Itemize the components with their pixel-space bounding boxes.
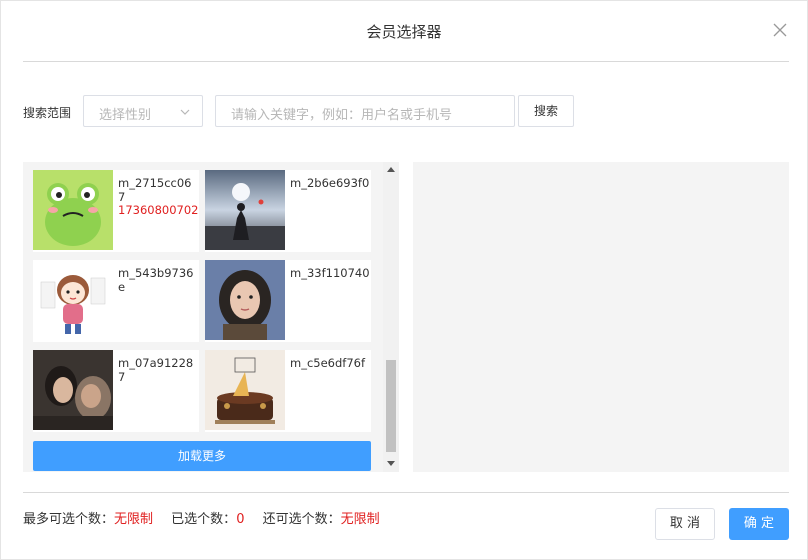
header-divider <box>23 61 789 62</box>
frog-avatar <box>33 170 113 250</box>
member-username: m_07a912287 <box>118 356 194 384</box>
keyword-search-input[interactable]: 请输入关键字，例如：用户名或手机号 <box>215 95 515 127</box>
remaining-count-label: 还可选个数： <box>262 512 341 527</box>
scroll-down-arrow-icon[interactable] <box>387 461 395 466</box>
dialog-title: 会员选择器 <box>366 23 442 41</box>
member-username: m_c5e6df76f <box>290 356 366 370</box>
max-count-value: 无限制 <box>114 512 154 527</box>
search-row: 搜索范围 选择性别 请输入关键字，例如：用户名或手机号 搜索 <box>23 95 789 127</box>
search-scope-label: 搜索范围 <box>23 106 72 120</box>
selection-stats: 最多可选个数：无限制 已选个数：0 还可选个数：无限制 <box>23 508 380 527</box>
gender-select[interactable]: 选择性别 <box>83 95 203 127</box>
confirm-button[interactable]: 确 定 <box>729 508 789 540</box>
close-icon[interactable] <box>773 23 787 37</box>
search-button[interactable]: 搜索 <box>518 95 574 127</box>
gender-select-placeholder: 选择性别 <box>99 108 152 123</box>
scroll-up-arrow-icon[interactable] <box>387 167 395 172</box>
member-card[interactable]: m_2b6e693f0 <box>205 170 371 252</box>
member-username: m_543b9736e <box>118 266 194 294</box>
member-card[interactable]: m_c5e6df76f <box>205 350 371 432</box>
chevron-down-icon <box>180 109 190 115</box>
member-card[interactable]: m_2715cc067 17360800702 <box>33 170 199 252</box>
selected-members-panel <box>413 162 789 472</box>
cancel-button[interactable]: 取 消 <box>655 508 715 540</box>
member-card[interactable]: m_07a912287 <box>33 350 199 432</box>
scrollbar[interactable] <box>383 162 399 472</box>
member-card[interactable]: m_543b9736e <box>33 260 199 342</box>
remaining-count-value: 无限制 <box>340 512 380 527</box>
selected-count-label: 已选个数： <box>171 512 237 527</box>
birthday-cake-avatar <box>205 350 285 430</box>
scrollbar-thumb[interactable] <box>386 360 396 452</box>
cartoon-girl-avatar <box>33 260 113 340</box>
member-list-panel: m_2715cc067 17360800702 m_2b6e693f0 m_54… <box>23 162 399 472</box>
load-more-button[interactable]: 加载更多 <box>33 441 371 471</box>
selected-count-value: 0 <box>236 512 245 527</box>
member-selector-dialog: 会员选择器 搜索范围 选择性别 请输入关键字，例如：用户名或手机号 搜索 m_2… <box>0 0 808 560</box>
member-phone: 17360800702 <box>118 203 199 217</box>
member-username: m_2715cc067 <box>118 176 192 204</box>
couple-photo-avatar <box>33 350 113 430</box>
member-username: m_33f110740 <box>290 266 370 280</box>
keyword-placeholder: 请输入关键字，例如：用户名或手机号 <box>231 108 453 123</box>
member-card[interactable]: m_33f110740 <box>205 260 371 342</box>
member-username: m_2b6e693f0 <box>290 176 370 190</box>
beach-photo-avatar <box>205 170 285 250</box>
girl-selfie-avatar <box>205 260 285 340</box>
footer-divider <box>23 492 789 493</box>
max-count-label: 最多可选个数： <box>23 512 115 527</box>
